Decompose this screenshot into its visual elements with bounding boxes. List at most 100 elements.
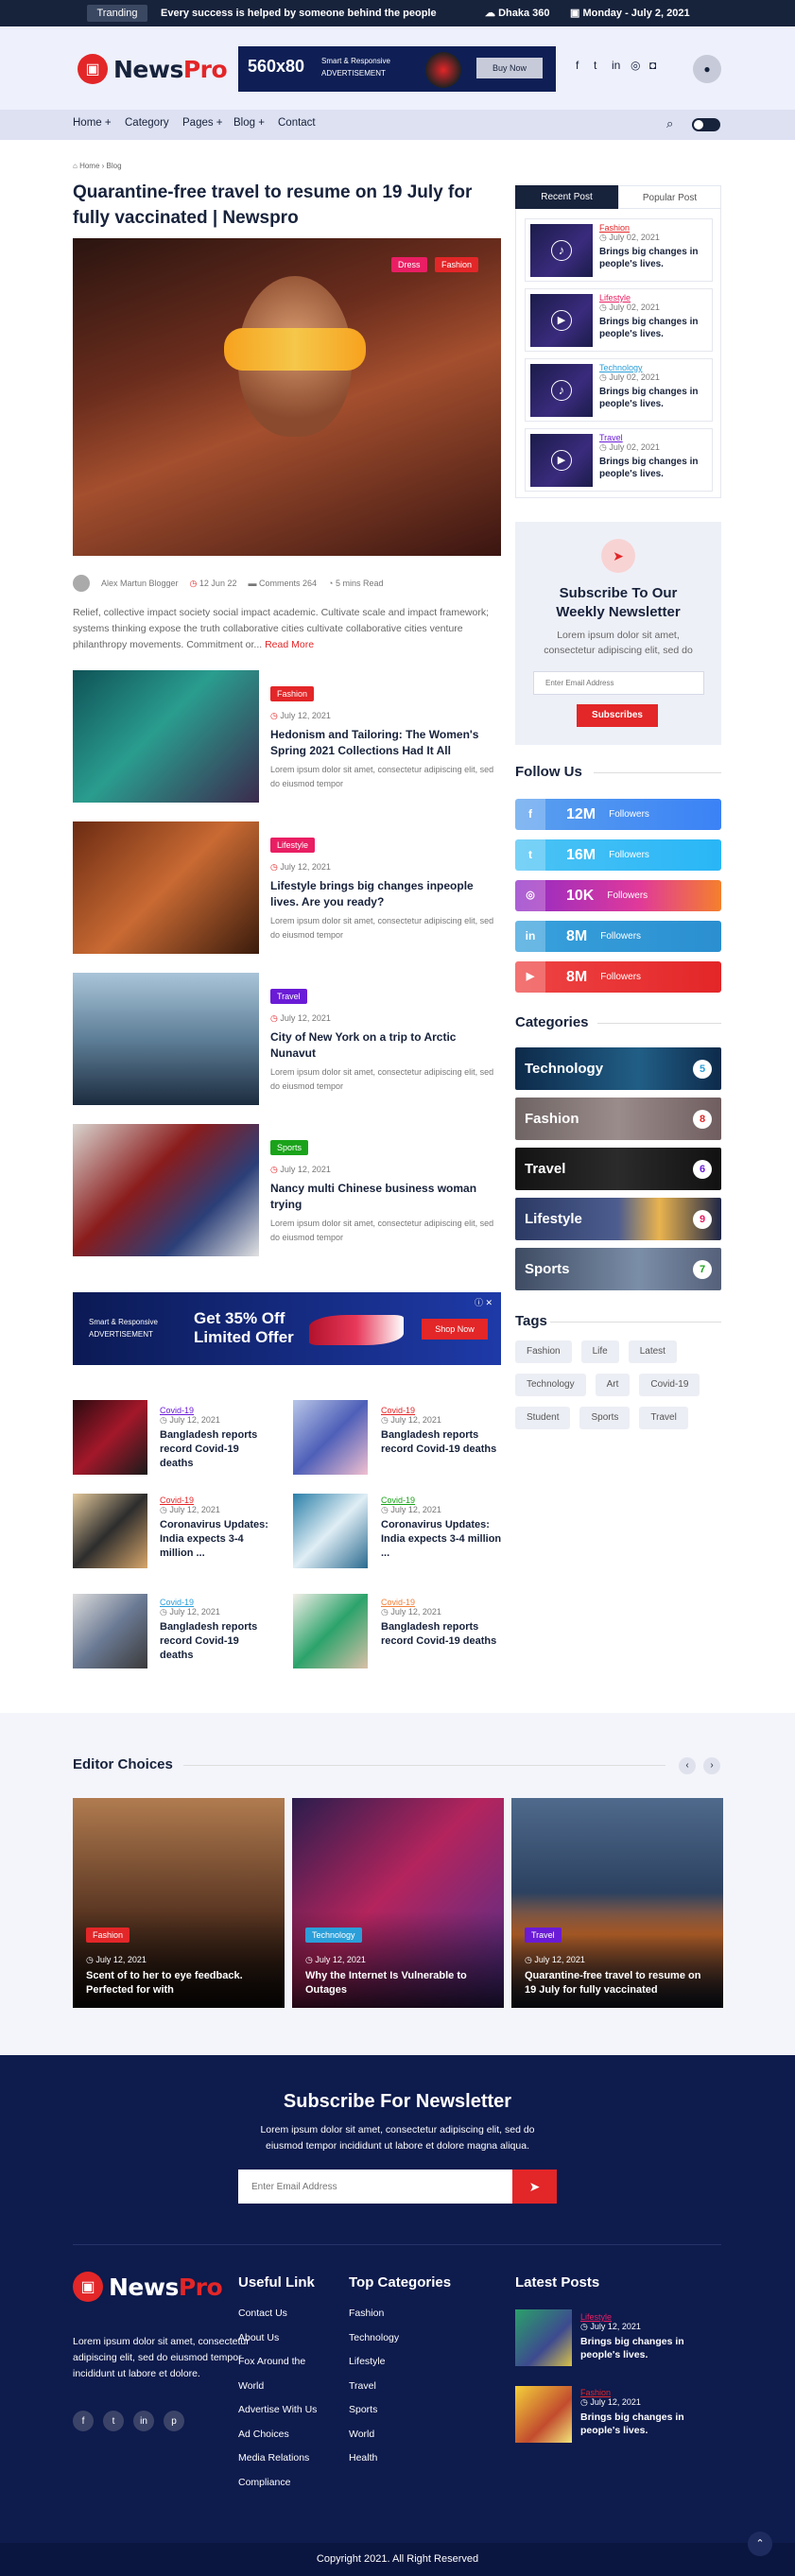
mid-advertisement[interactable]: Smart & Responsive ADVERTISEMENT Get 35%… <box>73 1292 501 1365</box>
grid-image[interactable] <box>293 1400 368 1475</box>
nav-blog[interactable]: Blog + <box>233 117 265 129</box>
grid-title[interactable]: Bangladesh reports record Covid-19 death… <box>160 1428 273 1471</box>
breadcrumb-home[interactable]: Home <box>79 162 99 170</box>
search-icon[interactable]: ⌕ <box>666 116 673 131</box>
carousel-prev-icon[interactable]: ‹ <box>679 1757 696 1774</box>
recent-post-item[interactable]: ▶ Travel ◷ July 02, 2021 Brings big changes… <box>525 428 713 492</box>
tag-dress[interactable]: Dress <box>391 257 427 272</box>
category-technology[interactable]: Technology 5 <box>515 1047 721 1090</box>
article-comments[interactable]: ▬ Comments 264 <box>248 579 317 588</box>
recent-post-category[interactable]: Technology <box>599 363 708 372</box>
tag-item[interactable]: Travel <box>639 1407 688 1429</box>
latest-post-thumb[interactable] <box>515 2309 572 2366</box>
post-title[interactable]: City of New York on a trip to Arctic Nun… <box>270 1029 501 1062</box>
card-category[interactable]: Travel <box>525 1928 562 1943</box>
newsletter-email-input[interactable] <box>533 671 704 695</box>
post-category[interactable]: Travel <box>270 989 307 1004</box>
ad-buy-button[interactable]: Buy Now <box>476 58 543 78</box>
nav-category[interactable]: Category <box>125 117 169 129</box>
post-image[interactable] <box>73 821 259 954</box>
grid-title[interactable]: Bangladesh reports record Covid-19 death… <box>381 1620 504 1649</box>
footer-link[interactable]: Advertise With Us <box>238 2398 317 2423</box>
footer-link[interactable]: Sports <box>349 2398 399 2423</box>
whatsapp-icon[interactable]: ◎ <box>631 59 640 72</box>
grid-category[interactable]: Covid-19 <box>381 1495 504 1505</box>
footer-link[interactable]: Compliance <box>238 2471 317 2496</box>
footer-email-input[interactable] <box>238 2170 512 2204</box>
grid-category[interactable]: Covid-19 <box>160 1406 273 1415</box>
facebook-icon[interactable]: f <box>73 2411 94 2431</box>
nav-pages[interactable]: Pages + <box>182 117 223 129</box>
tag-item[interactable]: Latest <box>628 1340 677 1363</box>
trending-badge[interactable]: Tranding <box>87 5 147 22</box>
social-instagram[interactable]: ◎ 10K Followers <box>515 880 721 911</box>
header-advertisement[interactable]: 560x80 Smart & Responsive ADVERTISEMENT … <box>238 46 556 92</box>
twitter-icon[interactable]: t <box>594 59 596 72</box>
send-icon[interactable]: ➤ <box>512 2170 557 2204</box>
category-travel[interactable]: Travel 6 <box>515 1148 721 1190</box>
card-title[interactable]: Quarantine-free travel to resume on 19 J… <box>525 1969 714 1997</box>
tag-item[interactable]: Fashion <box>515 1340 572 1363</box>
grid-category[interactable]: Covid-19 <box>160 1495 273 1505</box>
recent-post-category[interactable]: Fashion <box>599 223 708 233</box>
recent-post-category[interactable]: Lifestyle <box>599 293 708 303</box>
tab-recent-post[interactable]: Recent Post <box>515 185 618 209</box>
grid-image[interactable] <box>293 1494 368 1568</box>
dark-mode-toggle[interactable] <box>692 118 720 131</box>
linkedin-icon[interactable]: in <box>133 2411 154 2431</box>
grid-category[interactable]: Covid-19 <box>160 1598 273 1607</box>
tag-item[interactable]: Student <box>515 1407 571 1429</box>
grid-image[interactable] <box>73 1594 147 1668</box>
tag-item[interactable]: Covid-19 <box>639 1374 700 1396</box>
post-image[interactable] <box>73 1124 259 1256</box>
recent-post-item[interactable]: ▶ Lifestyle ◷ July 02, 2021 Brings big chan… <box>525 288 713 352</box>
grid-title[interactable]: Coronavirus Updates: India expects 3-4 m… <box>381 1518 504 1561</box>
grid-image[interactable] <box>293 1594 368 1668</box>
instagram-icon[interactable]: ◘ <box>649 59 656 72</box>
recent-post-title[interactable]: Brings big changes in people's lives. <box>599 456 708 480</box>
latest-post-title[interactable]: Brings big changes in people's lives. <box>580 2335 722 2361</box>
post-image[interactable] <box>73 973 259 1105</box>
site-logo[interactable]: ▣ NewsPro <box>78 54 228 84</box>
card-title[interactable]: Why the Internet Is Vulnerable to Outage… <box>305 1969 494 1997</box>
footer-link[interactable]: Travel <box>349 2375 399 2399</box>
footer-link[interactable]: Technology <box>349 2326 399 2351</box>
grid-category[interactable]: Covid-19 <box>381 1598 504 1607</box>
footer-link[interactable]: World <box>238 2375 317 2399</box>
nav-contact[interactable]: Contact <box>278 117 316 129</box>
facebook-icon[interactable]: f <box>576 59 579 72</box>
author-name[interactable]: Alex Martun Blogger <box>101 579 179 588</box>
tag-fashion[interactable]: Fashion <box>434 257 478 272</box>
ad-shop-button[interactable]: Shop Now <box>422 1319 488 1340</box>
tag-item[interactable]: Art <box>595 1374 631 1396</box>
recent-post-category[interactable]: Travel <box>599 433 708 442</box>
footer-link[interactable]: Contact Us <box>238 2302 317 2326</box>
grid-image[interactable] <box>73 1400 147 1475</box>
carousel-next-icon[interactable]: › <box>703 1757 720 1774</box>
social-linkedin[interactable]: in 8M Followers <box>515 921 721 952</box>
post-title[interactable]: Lifestyle brings big changes inpeople li… <box>270 878 501 910</box>
recent-post-title[interactable]: Brings big changes in people's lives. <box>599 386 708 410</box>
ad-close-icon[interactable]: ⓘ ✕ <box>475 1296 493 1308</box>
pinterest-icon[interactable]: p <box>164 2411 184 2431</box>
footer-logo[interactable]: ▣ NewsPro <box>73 2272 223 2302</box>
tab-popular-post[interactable]: Popular Post <box>618 185 721 209</box>
category-lifestyle[interactable]: Lifestyle 9 <box>515 1198 721 1240</box>
footer-link[interactable]: Fox Around the <box>238 2350 317 2375</box>
card-category[interactable]: Fashion <box>86 1928 130 1943</box>
grid-image[interactable] <box>73 1494 147 1568</box>
category-sports[interactable]: Sports 7 <box>515 1248 721 1290</box>
footer-link[interactable]: About Us <box>238 2326 317 2351</box>
footer-link[interactable]: Lifestyle <box>349 2350 399 2375</box>
card-category[interactable]: Technology <box>305 1928 362 1943</box>
back-to-top-icon[interactable]: ⌃ <box>748 2532 772 2556</box>
category-fashion[interactable]: Fashion 8 <box>515 1098 721 1140</box>
recent-post-item[interactable]: ♪ Fashion ◷ July 02, 2021 Brings big change… <box>525 218 713 282</box>
editor-card[interactable]: Travel ◷ July 12, 2021 Quarantine-free t… <box>511 1798 723 2008</box>
post-title[interactable]: Hedonism and Tailoring: The Women's Spri… <box>270 727 501 759</box>
read-more-link[interactable]: Read More <box>265 639 314 650</box>
latest-post-category[interactable]: Fashion <box>580 2388 722 2397</box>
footer-link[interactable]: Media Relations <box>238 2446 317 2471</box>
tag-item[interactable]: Sports <box>579 1407 631 1429</box>
tag-item[interactable]: Life <box>580 1340 619 1363</box>
